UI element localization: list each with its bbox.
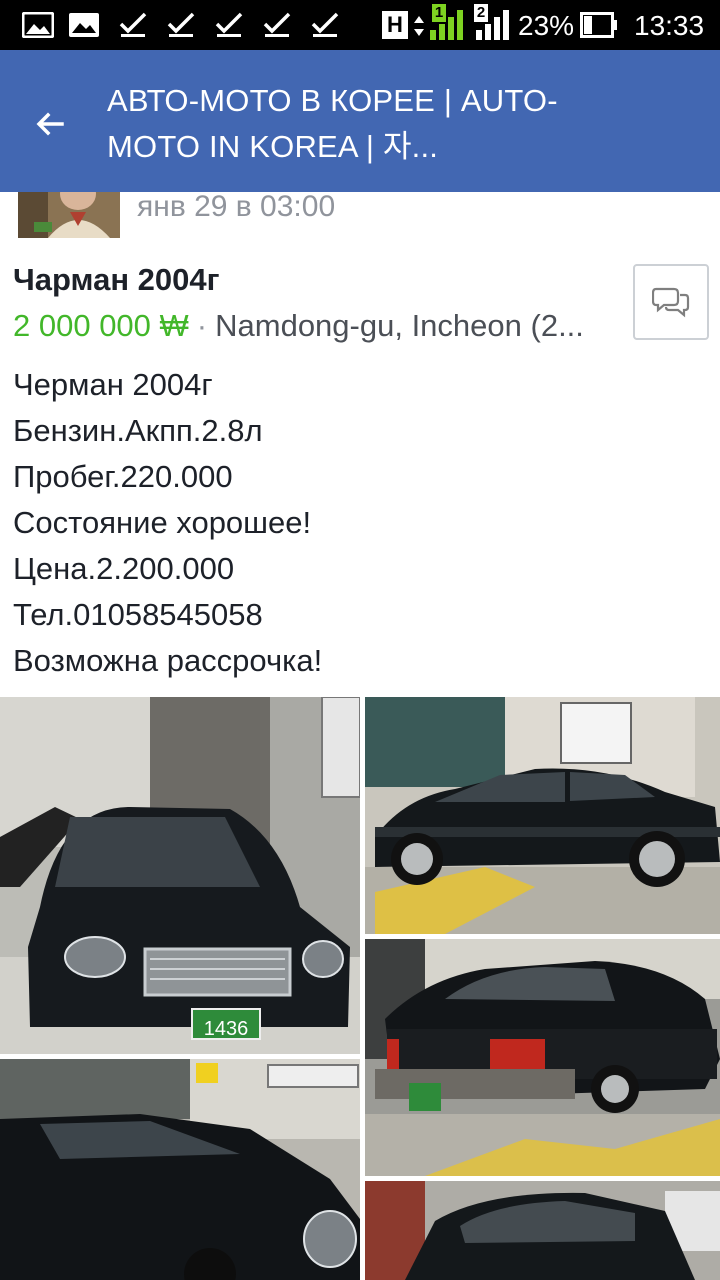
chat-bubbles-icon <box>652 287 690 318</box>
status-bar: H 1 2 23% 13:33 <box>0 0 720 50</box>
check-icon <box>263 12 291 37</box>
network-badge: H <box>382 11 408 39</box>
message-seller-button[interactable] <box>633 264 709 340</box>
description-line: Бензин.Акпп.2.8л <box>13 413 263 448</box>
post-header: янв 29 в 03:00 <box>0 192 720 248</box>
listing-description: Черман 2004г Бензин.Акпп.2.8л Пробег.220… <box>13 362 703 684</box>
description-line: Цена.2.200.000 <box>13 551 235 586</box>
post-time[interactable]: янв 29 в 03:00 <box>137 192 335 222</box>
listing-location[interactable]: Namdong-gu, Incheon (2... <box>215 308 584 343</box>
check-icon <box>119 12 147 37</box>
sim1-label: 1 <box>432 4 446 22</box>
battery-percent: 23% <box>518 10 575 41</box>
price-location-line: 2 000 000 ₩ · Namdong-gu, Incheon (2... <box>13 308 623 344</box>
description-line: Черман 2004г <box>13 367 213 402</box>
sim2-label: 2 <box>474 4 488 22</box>
data-arrows-icon <box>414 16 424 36</box>
description-line: Состояние хорошее! <box>13 505 312 540</box>
clock: 13:33 <box>634 10 705 41</box>
car-photo-extra[interactable] <box>365 1181 720 1280</box>
description-line: Тел.01058545058 <box>13 597 263 632</box>
description-line: Пробег.220.000 <box>13 459 233 494</box>
check-icon <box>167 12 195 37</box>
separator: · <box>196 308 208 343</box>
description-line: Возможна рассрочка! <box>13 643 323 678</box>
group-title: АВТО-МОТО В КОРЕЕ | AUTO-MOTO IN KOREA |… <box>107 83 558 164</box>
author-avatar[interactable] <box>18 192 120 238</box>
car-photo-rear[interactable] <box>365 939 720 1176</box>
listing-price: 2 000 000 ₩ <box>13 308 189 343</box>
gallery-icon <box>22 12 54 38</box>
image-icon <box>69 13 99 37</box>
back-button[interactable] <box>22 96 78 152</box>
car-photo-side[interactable] <box>365 697 720 934</box>
check-icon <box>311 12 339 37</box>
arrow-left-icon <box>36 112 64 136</box>
car-photo-left[interactable] <box>0 1059 360 1280</box>
listing-title: Чарман 2004г <box>13 262 220 297</box>
car-photo-front[interactable]: 1436 <box>0 697 360 1054</box>
check-icon <box>215 12 243 37</box>
battery-icon <box>580 12 617 38</box>
license-plate: 1436 <box>204 1018 249 1040</box>
app-bar: АВТО-МОТО В КОРЕЕ | AUTO-MOTO IN KOREA |… <box>0 50 720 192</box>
